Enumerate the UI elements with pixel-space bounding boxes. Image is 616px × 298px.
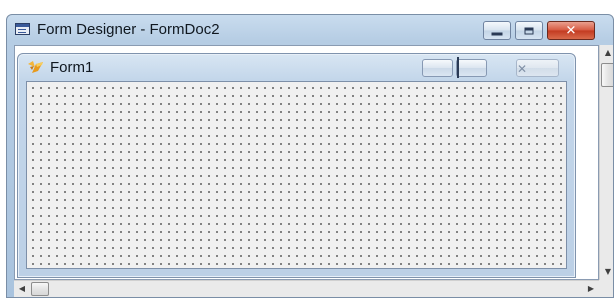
size-grip[interactable] <box>599 280 613 297</box>
vertical-scrollbar[interactable]: ▲ ▼ <box>599 45 613 280</box>
form-title: Form1 <box>50 59 94 76</box>
form-designer-window: Form Designer - FormDoc2 ✕ ▲ ▼ ◀ ▶ Form1… <box>6 14 614 298</box>
maximize-icon <box>524 27 534 34</box>
scroll-left-button[interactable]: ◀ <box>14 281 30 297</box>
form-design-surface[interactable] <box>26 81 567 269</box>
form-icon <box>28 61 43 73</box>
form-designer-icon <box>15 23 30 35</box>
close-icon: ✕ <box>517 62 528 76</box>
horizontal-scroll-thumb[interactable] <box>31 282 49 296</box>
form1-window[interactable]: Form1 ✕ <box>17 53 576 278</box>
scroll-down-button[interactable]: ▼ <box>600 264 613 280</box>
close-button[interactable]: ✕ <box>547 21 595 40</box>
form-maximize-button[interactable] <box>456 57 487 78</box>
scroll-right-button[interactable]: ▶ <box>583 281 599 297</box>
form-close-button[interactable]: ✕ <box>516 59 559 77</box>
horizontal-scrollbar[interactable]: ◀ ▶ <box>14 280 599 297</box>
form-titlebar[interactable]: Form1 ✕ <box>18 54 575 81</box>
minimize-icon <box>491 32 503 35</box>
window-title: Form Designer - FormDoc2 <box>37 21 220 38</box>
maximize-icon <box>457 57 459 78</box>
close-icon: ✕ <box>565 23 577 38</box>
window-titlebar[interactable]: Form Designer - FormDoc2 ✕ <box>7 15 613 45</box>
scroll-up-button[interactable]: ▲ <box>600 45 613 61</box>
maximize-button[interactable] <box>515 21 543 40</box>
minimize-button[interactable] <box>483 21 511 40</box>
vertical-scroll-thumb[interactable] <box>601 63 613 87</box>
form-minimize-button[interactable] <box>422 59 453 77</box>
